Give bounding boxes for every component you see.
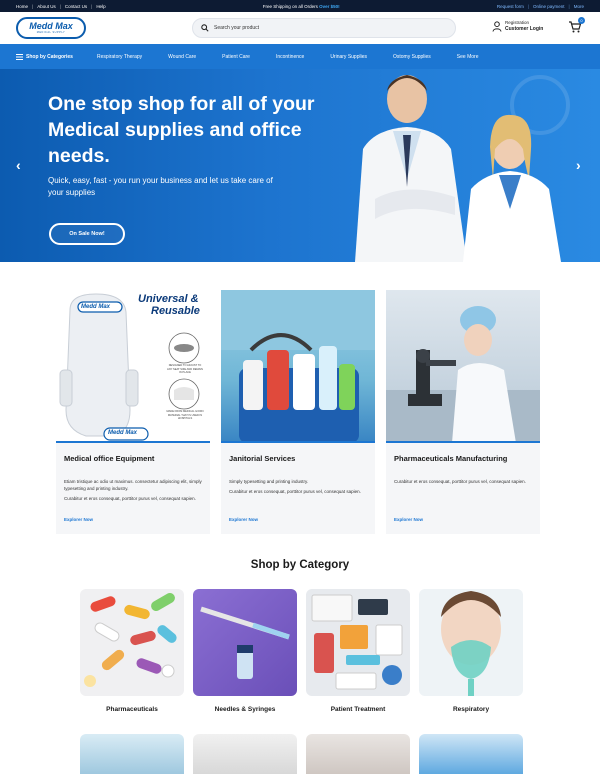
category-respiratory[interactable]: Respiratory <box>419 589 523 713</box>
chair-cover-logo-bottom: Medd Max <box>108 430 138 436</box>
card-title: Janitorial Services <box>229 454 296 463</box>
feature-card[interactable]: Universal & Reusable Medd Max DESIGNED T… <box>56 290 210 534</box>
hero-headline: One stop shop for all of your Medical su… <box>48 93 315 167</box>
feature-cards: Universal & Reusable Medd Max DESIGNED T… <box>56 290 540 534</box>
hamburger-icon <box>16 53 23 60</box>
carousel-next-arrow[interactable]: › <box>576 157 581 173</box>
card-description: Simply typesetting and printing industry… <box>229 479 361 494</box>
topbar-link-online-payment[interactable]: Online payment <box>533 4 565 9</box>
card-badge-line2: Reusable <box>151 305 200 317</box>
card-explore-link[interactable]: Explorer Now <box>64 517 93 522</box>
category-grid-row2 <box>80 734 523 774</box>
card-title: Medical office Equipment <box>64 454 155 463</box>
pills-illustration <box>84 593 177 687</box>
topbar-link-help[interactable]: Help <box>96 4 105 9</box>
hero-banner: One stop shop for all of your Medical su… <box>0 69 600 262</box>
site-header: Medd Max MEDICAL SUPPLY Search your prod… <box>0 12 600 44</box>
oxygen-mask-illustration <box>441 591 501 696</box>
medical-tools-illustration <box>311 594 403 690</box>
nav-item-incontinence[interactable]: Incontinence <box>276 54 304 60</box>
feature-card[interactable]: Janitorial Services Simply typesetting a… <box>221 290 375 534</box>
card-explore-link[interactable]: Explorer Now <box>394 517 423 522</box>
nav-item-patient-care[interactable]: Patient Care <box>222 54 250 60</box>
nav-item-urinary-supplies[interactable]: Urinary Supplies <box>330 54 367 60</box>
nav-item-wound-care[interactable]: Wound Care <box>168 54 196 60</box>
category-tile-partial[interactable] <box>193 734 297 774</box>
user-icon <box>492 20 502 32</box>
search-icon <box>201 24 209 32</box>
category-label: Respiratory <box>452 706 490 713</box>
category-label: Patient Treatment <box>330 706 386 713</box>
cart-button[interactable]: 0 <box>568 17 585 34</box>
shop-by-category-heading: Shop by Category <box>250 559 350 571</box>
main-nav: Shop by Categories Respiratory Therapy W… <box>0 44 600 69</box>
account-login[interactable]: Registration Customer Login <box>492 20 543 32</box>
search-input[interactable]: Search your product <box>192 18 456 38</box>
carousel-prev-arrow[interactable]: ‹ <box>16 157 21 173</box>
category-needles-syringes[interactable]: Needles & Syringes <box>193 589 297 713</box>
card-image-janitorial <box>221 290 375 443</box>
card-explore-link[interactable]: Explorer Now <box>229 517 258 522</box>
topbar-link-more[interactable]: More <box>574 4 584 9</box>
nav-item-see-more[interactable]: See More <box>457 54 479 60</box>
topbar-link-about[interactable]: About Us <box>37 4 56 9</box>
card-image-pharmaceuticals <box>386 290 540 443</box>
syringe-image <box>193 589 297 696</box>
shipping-notice: Free Shipping on all Orders Over $50! <box>262 3 340 9</box>
hero-subtext: Quick, easy, fast - you run your busines… <box>48 176 273 197</box>
nav-item-respiratory-therapy[interactable]: Respiratory Therapy <box>97 54 142 60</box>
category-patient-treatment[interactable]: Patient Treatment <box>306 589 410 713</box>
chair-cover-note-2: MADE FROM MEDICAL GOWN MATERIAL THAT IS … <box>166 410 204 420</box>
nav-item-ostomy-supplies[interactable]: Ostomy Supplies <box>393 54 431 60</box>
card-description: Curabitur et eros consequat, porttitor p… <box>394 479 526 484</box>
top-utility-bar: Home | About Us | Contact Us | Help Free Sh… <box>0 0 600 12</box>
card-description: Etiam tristique ac odio ut maximus. cons… <box>64 479 202 501</box>
feature-card[interactable]: Pharmaceuticals Manufacturing Curabitur … <box>386 290 540 534</box>
category-tile-partial[interactable] <box>419 734 523 774</box>
syringe-illustration <box>200 606 290 679</box>
category-grid: Pharmaceuticals Needles & Syringes Patie… <box>80 589 523 713</box>
chair-cover-note-1: DESIGNED TO ADJUST TO ANY SEAT SIZE AND … <box>167 364 203 374</box>
lab-scientist-illustration <box>386 306 540 441</box>
card-title: Pharmaceuticals Manufacturing <box>394 454 508 463</box>
oxygen-mask-image <box>419 589 523 696</box>
card-badge-line1: Universal & <box>138 293 199 305</box>
category-label: Pharmaceuticals <box>106 706 158 713</box>
doctors-image <box>355 75 561 262</box>
cart-count-badge: 0 <box>578 17 585 24</box>
topbar-link-contact[interactable]: Contact Us <box>65 4 87 9</box>
shop-by-categories-menu[interactable]: Shop by Categories <box>16 53 73 60</box>
site-logo[interactable]: Medd Max MEDICAL SUPPLY <box>16 17 86 39</box>
category-label: Needles & Syringes <box>214 706 276 713</box>
category-tile-partial[interactable] <box>306 734 410 774</box>
topbar-link-request-form[interactable]: Request form <box>497 4 524 9</box>
medical-tools-image <box>306 589 410 696</box>
card-image-chair-cover: Universal & Reusable Medd Max DESIGNED T… <box>56 290 210 443</box>
cleaning-supplies-illustration <box>221 290 375 441</box>
topbar-link-home[interactable]: Home <box>16 4 28 9</box>
pills-image <box>80 589 184 696</box>
category-tile-partial[interactable] <box>80 734 184 774</box>
category-pharmaceuticals[interactable]: Pharmaceuticals <box>80 589 184 713</box>
on-sale-button[interactable]: On Sale Now! <box>49 223 125 245</box>
chair-cover-logo-top: Medd Max <box>81 304 111 310</box>
